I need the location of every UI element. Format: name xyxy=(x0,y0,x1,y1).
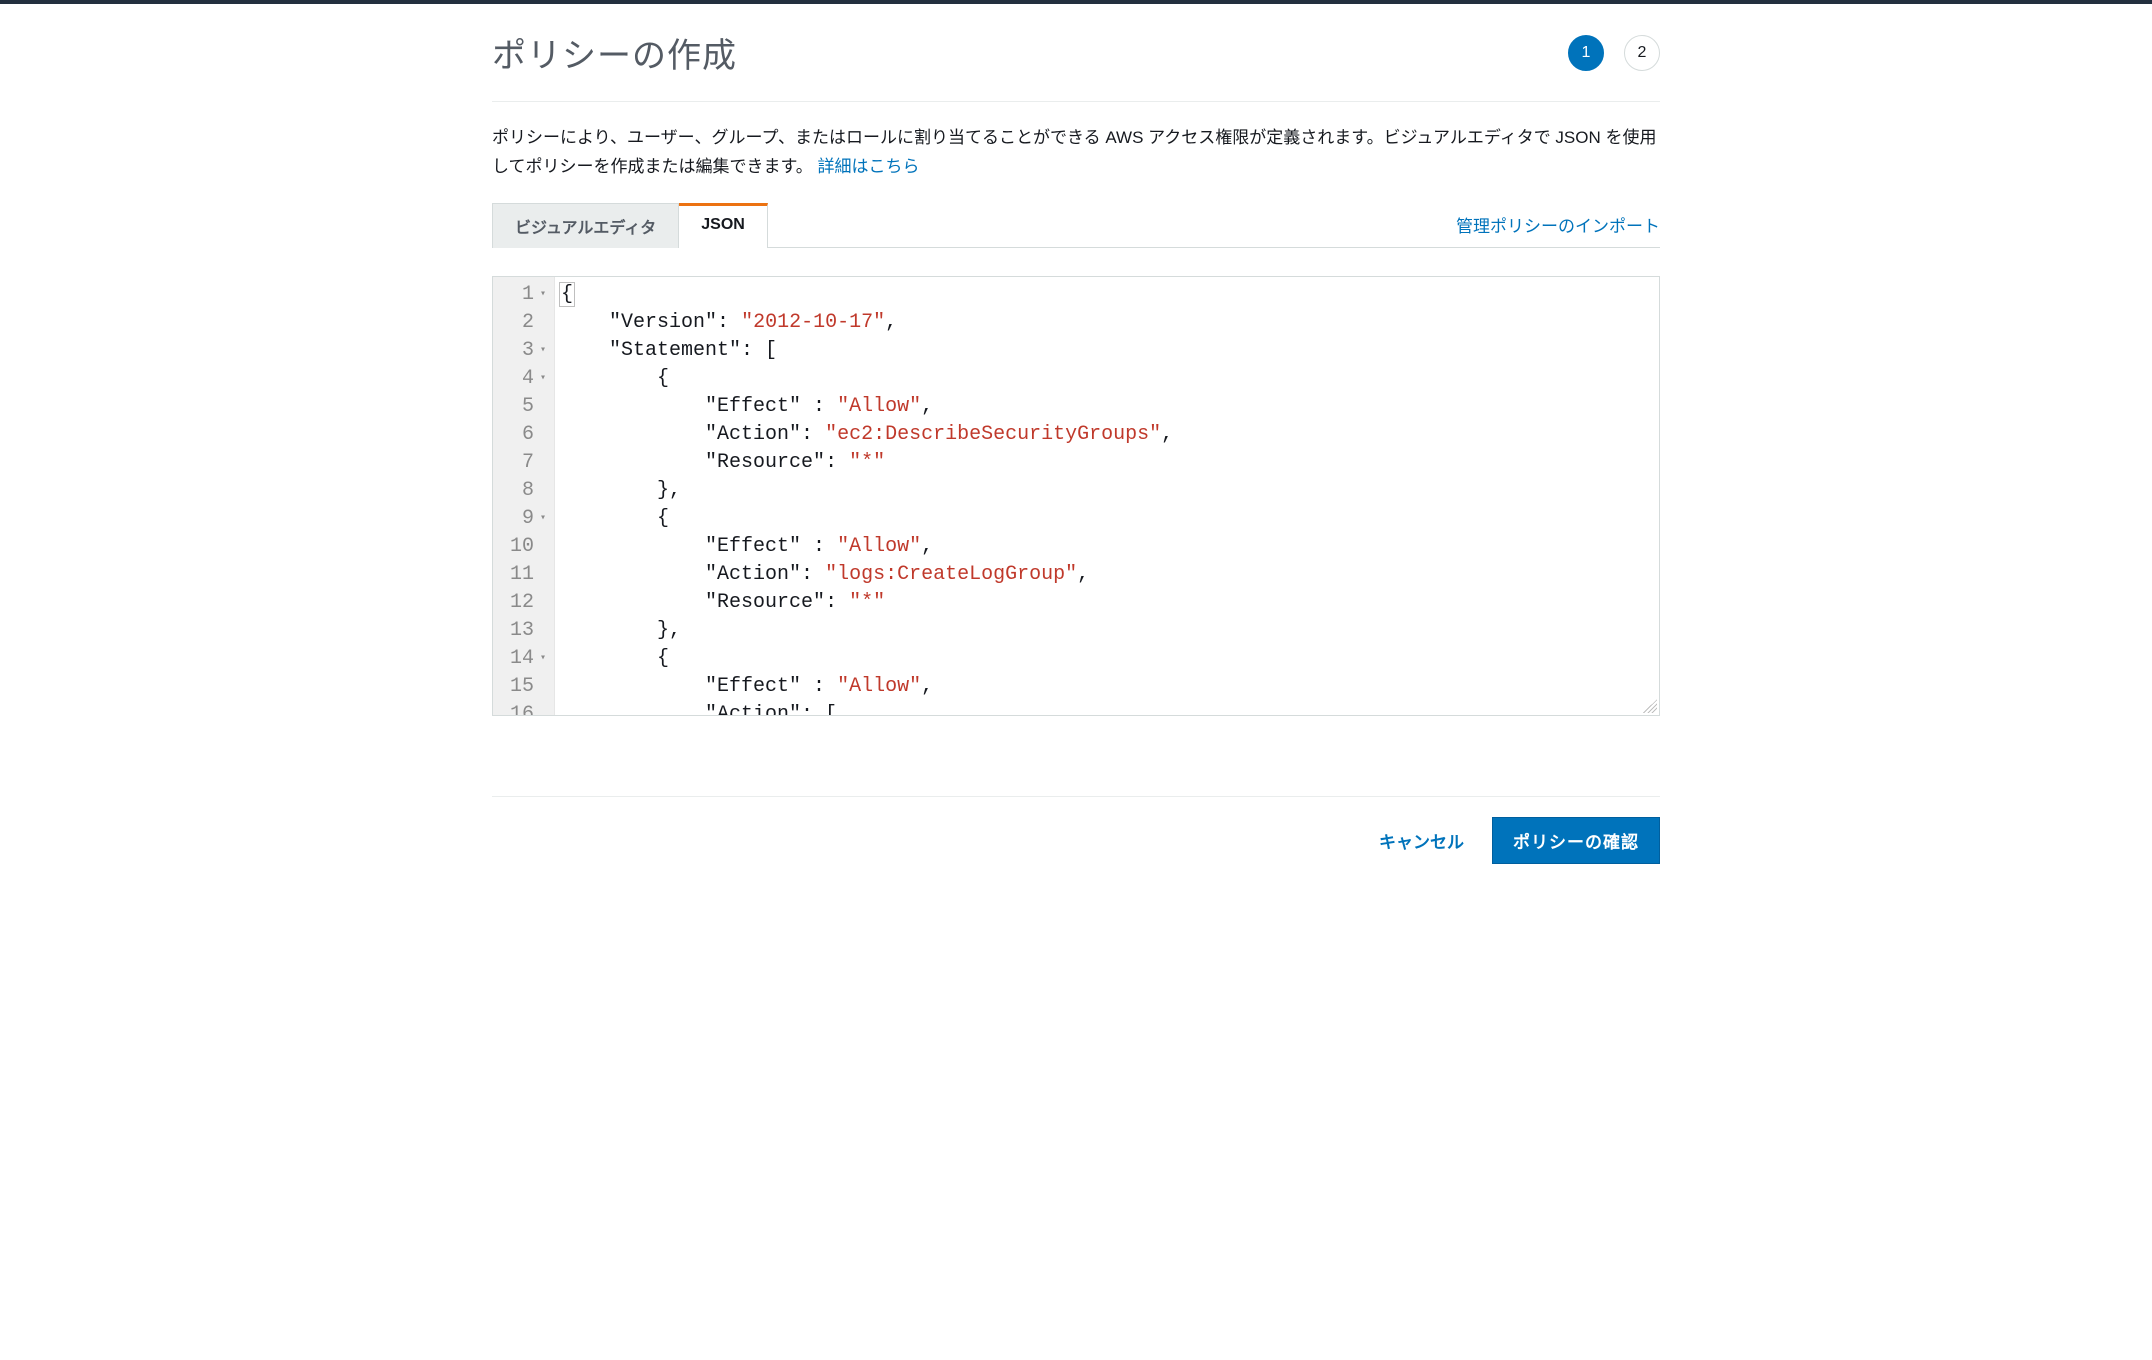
tabs-row: ビジュアルエディタ JSON 管理ポリシーのインポート xyxy=(492,202,1660,248)
footer-actions: キャンセル ポリシーの確認 xyxy=(492,796,1660,884)
editor-gutter: 1▾23▾4▾56789▾1011121314▾1516 xyxy=(493,277,555,715)
gutter-line: 8 xyxy=(497,477,546,505)
gutter-line: 7 xyxy=(497,449,546,477)
gutter-line: 15 xyxy=(497,673,546,701)
editor-code[interactable]: { "Version": "2012-10-17", "Statement": … xyxy=(555,277,1659,715)
code-line[interactable]: "Action": "ec2:DescribeSecurityGroups", xyxy=(561,421,1653,449)
code-line[interactable]: "Version": "2012-10-17", xyxy=(561,309,1653,337)
gutter-line: 13 xyxy=(497,617,546,645)
page-title: ポリシーの作成 xyxy=(492,28,737,77)
wizard-steps: 1 2 xyxy=(1568,35,1660,71)
gutter-line: 2 xyxy=(497,309,546,337)
description-text: ポリシーにより、ユーザー、グループ、またはロールに割り当てることができる AWS… xyxy=(492,128,1656,176)
step-2[interactable]: 2 xyxy=(1624,35,1660,71)
step-1[interactable]: 1 xyxy=(1568,35,1604,71)
code-line[interactable]: { xyxy=(561,281,1653,309)
gutter-line: 6 xyxy=(497,421,546,449)
tab-visual-editor[interactable]: ビジュアルエディタ xyxy=(492,203,679,248)
import-managed-policy-link[interactable]: 管理ポリシーのインポート xyxy=(1456,212,1660,247)
gutter-line: 5 xyxy=(497,393,546,421)
code-line[interactable]: "Effect" : "Allow", xyxy=(561,393,1653,421)
fold-toggle-icon[interactable]: ▾ xyxy=(536,645,546,673)
page-header: ポリシーの作成 1 2 xyxy=(492,28,1660,102)
code-line[interactable]: "Statement": [ xyxy=(561,337,1653,365)
code-line[interactable]: "Resource": "*" xyxy=(561,449,1653,477)
gutter-line: 16 xyxy=(497,701,546,715)
gutter-line: 10 xyxy=(497,533,546,561)
code-line[interactable]: "Effect" : "Allow", xyxy=(561,533,1653,561)
review-policy-button[interactable]: ポリシーの確認 xyxy=(1492,817,1660,864)
json-editor[interactable]: 1▾23▾4▾56789▾1011121314▾1516 { "Version"… xyxy=(492,276,1660,716)
gutter-line: 4▾ xyxy=(497,365,546,393)
code-line[interactable]: }, xyxy=(561,617,1653,645)
gutter-line: 3▾ xyxy=(497,337,546,365)
code-line[interactable]: { xyxy=(561,505,1653,533)
code-line[interactable]: "Resource": "*" xyxy=(561,589,1653,617)
gutter-line: 14▾ xyxy=(497,645,546,673)
tabs: ビジュアルエディタ JSON xyxy=(492,202,768,247)
code-line[interactable]: { xyxy=(561,365,1653,393)
code-line[interactable]: "Action": "logs:CreateLogGroup", xyxy=(561,561,1653,589)
gutter-line: 1▾ xyxy=(497,281,546,309)
fold-toggle-icon[interactable]: ▾ xyxy=(536,505,546,533)
cancel-button[interactable]: キャンセル xyxy=(1379,828,1464,853)
gutter-line: 9▾ xyxy=(497,505,546,533)
learn-more-link[interactable]: 詳細はこちら xyxy=(818,157,920,176)
gutter-line: 11 xyxy=(497,561,546,589)
tab-json[interactable]: JSON xyxy=(679,203,768,248)
code-line[interactable]: }, xyxy=(561,477,1653,505)
resize-handle[interactable] xyxy=(1643,699,1657,713)
fold-toggle-icon[interactable]: ▾ xyxy=(536,337,546,365)
fold-toggle-icon[interactable]: ▾ xyxy=(536,281,546,309)
fold-toggle-icon[interactable]: ▾ xyxy=(536,365,546,393)
code-line[interactable]: { xyxy=(561,645,1653,673)
code-line[interactable]: "Effect" : "Allow", xyxy=(561,673,1653,701)
page-description: ポリシーにより、ユーザー、グループ、またはロールに割り当てることができる AWS… xyxy=(492,102,1660,202)
gutter-line: 12 xyxy=(497,589,546,617)
code-line[interactable]: "Action": [ xyxy=(561,701,1653,715)
